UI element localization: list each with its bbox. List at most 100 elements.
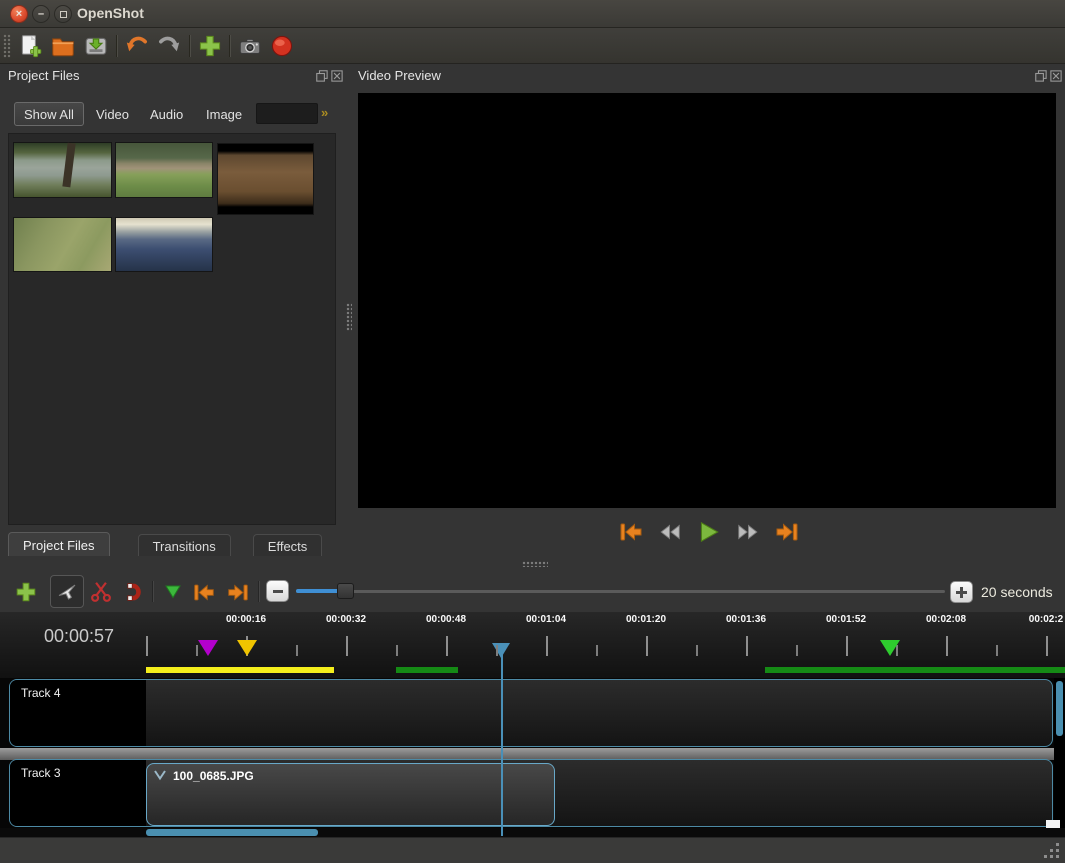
ruler-time-label: 00:02:2: [1029, 614, 1063, 625]
toolbar-separator: [116, 35, 117, 57]
splitter-grip-icon: [346, 303, 352, 331]
timeline-ruler[interactable]: 00:00:57 00:00:1600:00:3200:00:4800:01:0…: [0, 612, 1065, 678]
ruler-major-tick: [146, 636, 148, 656]
ruler-time-label: 00:00:48: [426, 614, 466, 625]
undo-arrow-icon: [124, 33, 150, 59]
toolbar-separator: [229, 35, 230, 57]
file-thumbnail-grass[interactable]: [14, 218, 111, 271]
clip-range-bar: [765, 667, 1065, 673]
main-toolbar: [0, 28, 1065, 64]
toolbar-separator: [152, 581, 153, 602]
transport-controls: [353, 514, 1065, 550]
project-files-panel: Project Files Show All Video Audio Image…: [0, 64, 344, 556]
jump-end-icon: [773, 521, 801, 543]
filter-show-all-button[interactable]: Show All: [14, 102, 84, 126]
record-button[interactable]: [268, 32, 296, 60]
camera-button[interactable]: [236, 32, 264, 60]
filter-video-button[interactable]: Video: [96, 102, 129, 126]
magnet-snap-button[interactable]: [120, 579, 146, 605]
jump-to-start-button[interactable]: [616, 520, 646, 544]
horizontal-scrollbar[interactable]: [0, 828, 1065, 837]
open-project-button[interactable]: [49, 32, 77, 60]
window-minimize-button[interactable]: –: [32, 5, 50, 23]
window-close-button[interactable]: ×: [10, 5, 28, 23]
ruler-major-tick: [446, 636, 448, 656]
ruler-time-label: 00:00:32: [326, 614, 366, 625]
vertical-scrollbar-thumb[interactable]: [1056, 681, 1063, 736]
ruler-major-tick: [546, 636, 548, 656]
play-button[interactable]: [694, 520, 724, 544]
zoom-out-button[interactable]: [266, 580, 289, 602]
jump-to-end-button[interactable]: [772, 520, 802, 544]
file-search-input[interactable]: [256, 103, 318, 124]
filter-image-button[interactable]: Image: [206, 102, 242, 126]
zoom-scale-label: 20 seconds: [981, 584, 1053, 600]
panel-close-icon[interactable]: [331, 70, 343, 82]
file-thumbnail-field[interactable]: [116, 143, 212, 197]
timeline-marker[interactable]: [237, 640, 257, 656]
ruler-major-tick: [346, 636, 348, 656]
scrollbar-corner: [1046, 820, 1060, 828]
undo-button[interactable]: [123, 32, 151, 60]
ruler-time-label: 00:01:36: [726, 614, 766, 625]
zoom-in-button[interactable]: [950, 581, 973, 603]
zoom-slider-track[interactable]: [296, 590, 945, 593]
jump-start-icon: [617, 521, 645, 543]
magnet-icon: [121, 580, 145, 604]
ruler-minor-tick: [496, 645, 498, 656]
panel-float-icon[interactable]: [316, 70, 328, 82]
timeline-marker[interactable]: [880, 640, 900, 656]
video-preview-screen: [358, 93, 1056, 508]
playhead-line: [501, 647, 503, 836]
window-resize-grip[interactable]: [1040, 841, 1062, 861]
zoom-slider-fill: [296, 589, 340, 593]
track-name-label: Track 4: [21, 686, 61, 700]
minimize-icon: –: [33, 6, 49, 22]
add-files-button[interactable]: [196, 32, 224, 60]
file-thumbnail-pond[interactable]: [14, 143, 111, 197]
ruler-major-tick: [1046, 636, 1048, 656]
horizontal-splitter[interactable]: [0, 556, 1065, 571]
file-thumbnail-sign[interactable]: [218, 144, 313, 214]
filter-audio-button[interactable]: Audio: [150, 102, 183, 126]
window-maximize-button[interactable]: [54, 5, 72, 23]
add-marker-button[interactable]: [160, 579, 186, 605]
timeline-marker[interactable]: [198, 640, 218, 656]
clip-chevron-icon[interactable]: [153, 769, 167, 781]
redo-button[interactable]: [155, 32, 183, 60]
timeline-clip[interactable]: 100_0685.JPG: [146, 763, 555, 826]
panel-tab-bar: Project FilesTransitionsEffects: [0, 534, 344, 556]
horizontal-scrollbar-thumb[interactable]: [146, 829, 318, 836]
project-file-list: [8, 133, 336, 525]
add-track-button[interactable]: [13, 579, 39, 605]
close-icon: ×: [11, 6, 27, 22]
ruler-major-tick: [746, 636, 748, 656]
tab-project-files[interactable]: Project Files: [8, 532, 110, 559]
openshot-window: × – OpenShot: [0, 0, 1065, 863]
current-timecode: 00:00:57: [44, 626, 114, 647]
fast-forward-button[interactable]: [733, 520, 763, 544]
track-row: Track 4: [9, 679, 1053, 747]
arrow-tool-button[interactable]: [50, 575, 84, 608]
razor-tool-button[interactable]: [88, 579, 114, 605]
ruler-time-label: 00:02:08: [926, 614, 966, 625]
rewind-button[interactable]: [655, 520, 685, 544]
ruler-minor-tick: [296, 645, 298, 656]
fast-forward-icon: [735, 521, 761, 543]
marker-funnel-icon: [162, 581, 184, 603]
zoom-slider-handle[interactable]: [337, 583, 354, 599]
toolbar-overflow-chevron[interactable]: »: [321, 105, 328, 120]
ruler-minor-tick: [796, 645, 798, 656]
window-titlebar[interactable]: × – OpenShot: [0, 0, 1065, 28]
clip-range-bar: [146, 667, 334, 673]
panel-float-icon[interactable]: [1035, 70, 1047, 82]
next-marker-button[interactable]: [225, 579, 251, 605]
save-project-button[interactable]: [82, 32, 110, 60]
vertical-splitter[interactable]: [344, 64, 353, 556]
previous-marker-button[interactable]: [191, 579, 217, 605]
file-thumbnail-bed[interactable]: [116, 218, 212, 271]
record-circle-icon: [269, 33, 295, 59]
toolbar-drag-handle[interactable]: [3, 34, 11, 58]
new-project-button[interactable]: [16, 32, 44, 60]
panel-close-icon[interactable]: [1050, 70, 1062, 82]
